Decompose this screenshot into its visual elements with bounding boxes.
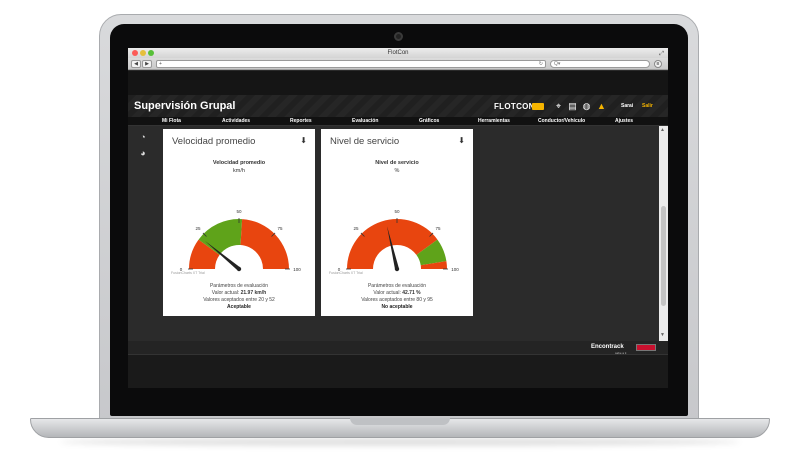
gauge-tick-label: 50: [236, 209, 242, 214]
new-tab-button[interactable]: +: [159, 61, 162, 67]
menu-item-mi-flota[interactable]: Mi Flota: [162, 118, 181, 124]
gauge-tick-label: 25: [353, 226, 359, 231]
menu-item-herramientas[interactable]: Herramientas: [478, 118, 510, 124]
gauge-tick-label: 100: [293, 267, 301, 272]
gauge-icon[interactable]: ◕: [138, 148, 148, 158]
current-value-line: Valor actual: 42.71 %: [321, 290, 473, 297]
menu-item-conductor-vehiculo[interactable]: Conductor/Vehículo: [538, 118, 585, 124]
partner-badge: [636, 344, 656, 351]
scrollbar-thumb[interactable]: [661, 206, 666, 306]
gauge-credits: FusionCharts XT Trial: [329, 271, 363, 275]
accepted-range: Valores aceptados entre 80 y 95: [361, 297, 433, 303]
app-header: Supervisión Grupal FLOTCON ⌖ ▤ ◍ ▲ Sarai…: [128, 95, 668, 117]
current-label: Valor actual:: [373, 290, 401, 296]
status-badge: No aceptable: [381, 304, 413, 310]
gauge-tick-label: 50: [394, 209, 400, 214]
document-icon[interactable]: ▤: [568, 101, 577, 111]
current-value: 42.71 %: [402, 290, 421, 296]
download-icon[interactable]: ⬇: [300, 136, 307, 145]
download-icon[interactable]: ⬇: [458, 136, 465, 145]
forward-button[interactable]: ▶: [142, 60, 152, 68]
gauge-card: Velocidad promedio ⬇ Velocidad promedio …: [163, 129, 315, 316]
gauge-unit: %: [394, 168, 400, 174]
menu-item-reportes[interactable]: Reportes: [290, 118, 312, 124]
scroll-down-icon[interactable]: ▼: [660, 332, 665, 338]
sidebar: ◔ ◕: [128, 126, 156, 341]
main-menu: Mi Flota Actividades Reportes Evaluación…: [128, 117, 668, 126]
card-title: Velocidad promedio: [172, 136, 256, 147]
gauge-tick-label: 75: [278, 226, 284, 231]
app: Supervisión Grupal FLOTCON ⌖ ▤ ◍ ▲ Sarai…: [128, 71, 668, 388]
params-label: Parámetros de evaluación: [367, 283, 427, 289]
footer-logo: Encontrack: [591, 344, 624, 350]
current-label: Valor actual:: [211, 290, 240, 296]
bell-icon[interactable]: ▲: [597, 101, 606, 111]
current-value-line: Valor actual: 21.97 km/h: [163, 290, 315, 297]
gauge-needle-pivot: [394, 266, 400, 272]
page-title: Supervisión Grupal: [134, 100, 236, 112]
gauge-credits: FusionCharts XT Trial: [171, 271, 205, 275]
footer: Encontrack sabe a ti: [128, 341, 668, 388]
status-badge: Aceptable: [227, 304, 251, 310]
laptop-notch: [350, 418, 450, 425]
minimize-window-button[interactable]: [140, 50, 146, 56]
params-label: Parámetros de evaluación: [209, 283, 269, 289]
menu-item-graficos[interactable]: Gráficos: [419, 118, 439, 124]
window-title: FlotCon: [387, 50, 409, 56]
search-input[interactable]: Q▾: [550, 60, 650, 68]
maximize-window-button[interactable]: [148, 50, 154, 56]
browser-menu-button[interactable]: ≡: [654, 60, 662, 68]
browser-toolbar: ◀ ▶ + ↻ Q▾ ≡: [128, 58, 668, 70]
laptop-shadow: [60, 438, 740, 446]
dashboard-content: Velocidad promedio ⬇ Velocidad promedio …: [156, 126, 663, 341]
evaluation-parameters: Parámetros de evaluación Valor actual: 2…: [163, 283, 315, 311]
reload-icon[interactable]: ↻: [539, 61, 543, 67]
truck-icon: [532, 103, 544, 110]
address-bar[interactable]: + ↻: [156, 60, 546, 68]
menu-item-actividades[interactable]: Actividades: [222, 118, 250, 124]
scroll-up-icon[interactable]: ▲: [660, 127, 665, 133]
screen: FlotCon ⤢ ◀ ▶ + ↻ Q▾ ≡ Supervisión Grupa…: [128, 48, 668, 388]
gauge-title: Velocidad promedio: [212, 160, 266, 166]
pie-chart-icon[interactable]: ◔: [138, 132, 148, 142]
camera-icon: [394, 32, 403, 41]
service-level-gauge-chart: 0255075100FusionCharts XT Trial: [329, 209, 459, 275]
evaluation-parameters: Parámetros de evaluación Valor actual: 4…: [321, 283, 473, 311]
map-pin-icon[interactable]: ⌖: [554, 101, 563, 111]
gauge-needle-pivot: [236, 266, 242, 272]
user-name[interactable]: Sarai: [621, 103, 633, 109]
top-spacer: [128, 71, 668, 95]
speed-gauge-chart: 0255075100FusionCharts XT Trial: [171, 209, 301, 275]
browser-titlebar: FlotCon ⤢: [128, 48, 668, 58]
scrollbar[interactable]: ▲ ▼: [659, 126, 668, 341]
accepted-range: Valores aceptados entre 20 y 52: [203, 297, 275, 303]
card-title: Nivel de servicio: [330, 136, 400, 147]
gauge-tick-label: 75: [436, 226, 442, 231]
brand-logo[interactable]: FLOTCON: [494, 102, 535, 111]
gauge-unit: km/h: [233, 168, 245, 174]
footer-slogan: sabe a ti: [615, 351, 627, 355]
footer-bar: Encontrack sabe a ti: [128, 341, 668, 355]
current-value: 21.97 km/h: [240, 290, 267, 296]
gauge-tick-label: 100: [451, 267, 459, 272]
menu-item-evaluacion[interactable]: Evaluación: [352, 118, 378, 124]
close-window-button[interactable]: [132, 50, 138, 56]
gauge-title: Nivel de servicio: [375, 160, 419, 166]
menu-item-ajustes[interactable]: Ajustes: [615, 118, 633, 124]
back-button[interactable]: ◀: [131, 60, 141, 68]
gauge-tick-label: 25: [195, 226, 201, 231]
logout-link[interactable]: Salir: [642, 103, 653, 109]
globe-icon[interactable]: ◍: [582, 101, 591, 111]
gauge-card: Nivel de servicio ⬇ Nivel de servicio % …: [321, 129, 473, 316]
laptop-mockup: FlotCon ⤢ ◀ ▶ + ↻ Q▾ ≡ Supervisión Grupa…: [0, 0, 800, 475]
